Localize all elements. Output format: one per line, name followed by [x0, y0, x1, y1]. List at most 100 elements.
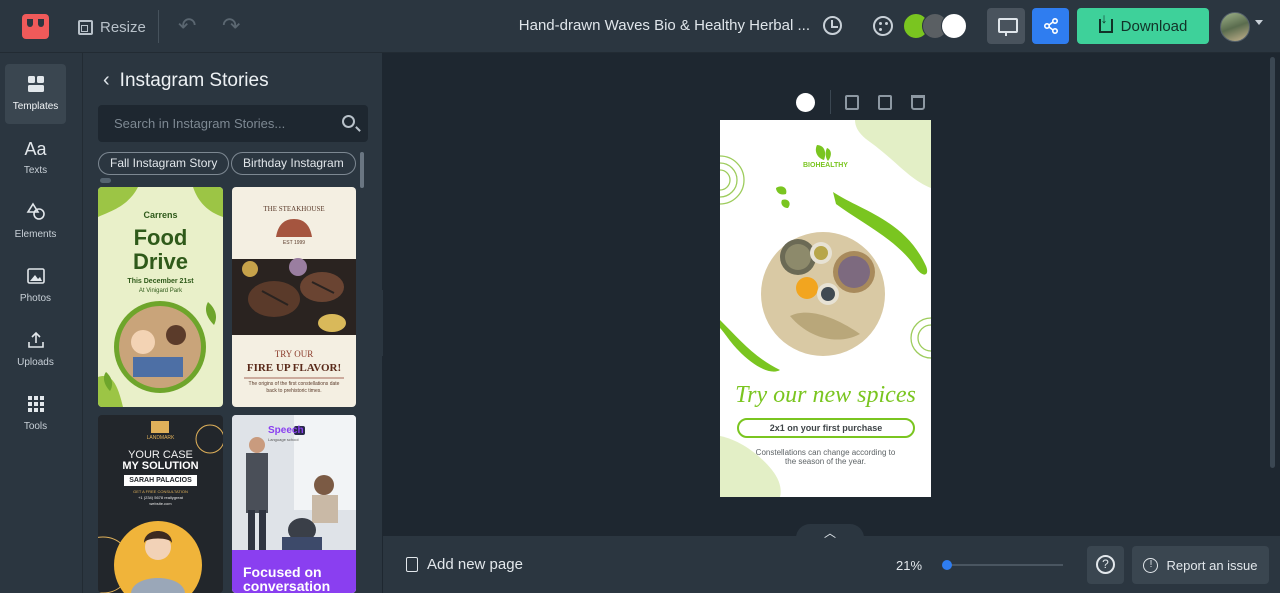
rail-item-templates[interactable]: Templates: [5, 64, 66, 124]
divider: [158, 10, 159, 43]
resize-button[interactable]: Resize: [78, 17, 146, 37]
rail-label: Photos: [19, 293, 52, 304]
template-steakhouse-art: [232, 219, 356, 379]
rail-label: Uploads: [17, 357, 54, 368]
your-case-phone: +1 (234) 5678 reallygreat: [138, 495, 183, 500]
share-icon: [1043, 18, 1058, 34]
undo-icon[interactable]: ↶: [178, 13, 196, 39]
swatch-white[interactable]: [941, 13, 967, 39]
your-case-name: SARAH PALACIOS: [124, 475, 197, 486]
templates-panel: ‹ Instagram Stories Fall Instagram Story…: [83, 53, 382, 593]
redo-icon[interactable]: ↷: [222, 13, 240, 39]
speech-brand: Speech: [268, 425, 304, 436]
divider: [830, 90, 831, 114]
add-page-icon: [406, 557, 418, 572]
canvas-scrollbar[interactable]: [1270, 57, 1275, 468]
delete-page-icon[interactable]: [911, 94, 925, 110]
avatar[interactable]: [1220, 12, 1250, 42]
design-note: Constellations can change according to t…: [755, 448, 896, 466]
palette-icon[interactable]: [873, 16, 893, 36]
download-icon: [1098, 11, 1113, 33]
rail-label: Tools: [23, 421, 48, 432]
templates-icon: [25, 74, 47, 96]
side-rail: Templates Aa Texts Elements Photos Uploa…: [0, 53, 83, 593]
search-box: [98, 105, 368, 142]
top-bar: Resize ↶ ↷ Hand-drawn Waves Bio & Health…: [0, 0, 1280, 53]
add-new-page-label: Add new page: [427, 556, 523, 573]
add-page-icon[interactable]: [878, 94, 892, 110]
speech-sub: Language school: [268, 437, 299, 442]
zoom-slider[interactable]: [942, 560, 1063, 570]
history-icon[interactable]: [823, 16, 842, 35]
design-page[interactable]: BIOHEALTHY Try our new spices 2x1 on you…: [720, 120, 931, 497]
search-icon[interactable]: [342, 115, 355, 128]
texts-icon: Aa: [24, 139, 47, 159]
info-icon: !: [1143, 557, 1159, 573]
chevron-down-icon[interactable]: [1255, 20, 1263, 25]
search-input[interactable]: [98, 105, 328, 142]
page-toolbar: [796, 90, 944, 114]
design-offer: 2x1 on your first purchase: [737, 418, 915, 438]
template-food-drive[interactable]: Carrens Food Drive This December 21st At…: [98, 187, 223, 407]
uploads-icon: [25, 330, 47, 352]
speech-line2: conversation: [243, 578, 331, 593]
present-button[interactable]: [987, 8, 1025, 44]
page-color-button[interactable]: [796, 92, 815, 112]
panel-title[interactable]: ‹ Instagram Stories: [103, 69, 269, 92]
steakhouse-line1: TRY OUR: [274, 349, 314, 359]
template-speech[interactable]: Speech Language school Focused on conver…: [232, 415, 356, 593]
help-button[interactable]: ?: [1087, 546, 1124, 584]
resize-label: Resize: [100, 18, 146, 36]
elements-icon: [25, 202, 47, 224]
speech-line1: Focused on: [243, 564, 322, 580]
food-drive-title-2: Drive: [132, 249, 189, 274]
rail-item-tools[interactable]: Tools: [5, 384, 66, 444]
rail-label: Elements: [14, 229, 57, 240]
steakhouse-since: EST 1999: [282, 240, 306, 246]
add-new-page-button[interactable]: Add new page: [406, 556, 523, 573]
food-drive-brand: Carrens: [143, 210, 178, 220]
template-your-case[interactable]: LANDMARK YOUR CASE MY SOLUTION SARAH PAL…: [98, 415, 223, 593]
rail-label: Texts: [23, 165, 48, 176]
app-logo[interactable]: [22, 14, 49, 39]
rail-item-uploads[interactable]: Uploads: [5, 320, 66, 380]
panel-scrollbar[interactable]: [360, 152, 364, 188]
steakhouse-line2: FIRE UP FLAVOR!: [246, 362, 342, 374]
rail-item-texts[interactable]: Aa Texts: [5, 128, 66, 188]
template-steakhouse[interactable]: THE STEAKHOUSE EST 1999 TRY OUR FIRE UP …: [232, 187, 356, 407]
food-drive-place: At Vinigard Park: [138, 288, 183, 294]
resize-icon: [78, 19, 93, 35]
panel-title-text: Instagram Stories: [119, 69, 269, 91]
food-drive-date: This December 21st: [127, 278, 194, 285]
duplicate-page-icon[interactable]: [845, 94, 859, 110]
design-brand: BIOHEALTHY: [803, 162, 848, 169]
help-icon: ?: [1096, 555, 1115, 574]
photos-icon: [25, 266, 47, 288]
back-arrow-icon[interactable]: ‹: [103, 69, 110, 92]
zoom-value: 21%: [896, 558, 923, 573]
zoom-slider-knob[interactable]: [942, 560, 952, 570]
chips-scrollbar[interactable]: [100, 178, 111, 183]
rail-item-elements[interactable]: Elements: [5, 192, 66, 252]
food-drive-title-1: Food: [133, 225, 188, 250]
design-art: [720, 120, 931, 497]
your-case-line2: MY SOLUTION: [122, 460, 199, 472]
steakhouse-body: The origins of the first constellations …: [248, 381, 340, 394]
share-button[interactable]: [1032, 8, 1069, 44]
chevron-up-icon[interactable]: ︿: [796, 524, 864, 540]
design-headline: Try our new spices: [735, 382, 916, 408]
download-button[interactable]: Download: [1077, 8, 1209, 44]
your-case-brand: LANDMARK: [146, 435, 175, 441]
rail-item-photos[interactable]: Photos: [5, 256, 66, 316]
chip-birthday-instagram[interactable]: Birthday Instagram: [231, 152, 356, 175]
chip-fall-instagram-story[interactable]: Fall Instagram Story: [98, 152, 230, 175]
your-case-cta: GET A FREE CONSULTATION: [133, 489, 188, 494]
rail-label: Templates: [12, 101, 59, 112]
color-swatches: [903, 13, 969, 39]
download-label: Download: [1120, 17, 1188, 35]
report-issue-button[interactable]: ! Report an issue: [1132, 546, 1269, 584]
steakhouse-brand: THE STEAKHOUSE: [263, 205, 325, 213]
tools-icon: [25, 394, 47, 416]
document-title[interactable]: Hand-drawn Waves Bio & Healthy Herbal ..…: [490, 17, 810, 34]
report-issue-label: Report an issue: [1166, 557, 1258, 573]
